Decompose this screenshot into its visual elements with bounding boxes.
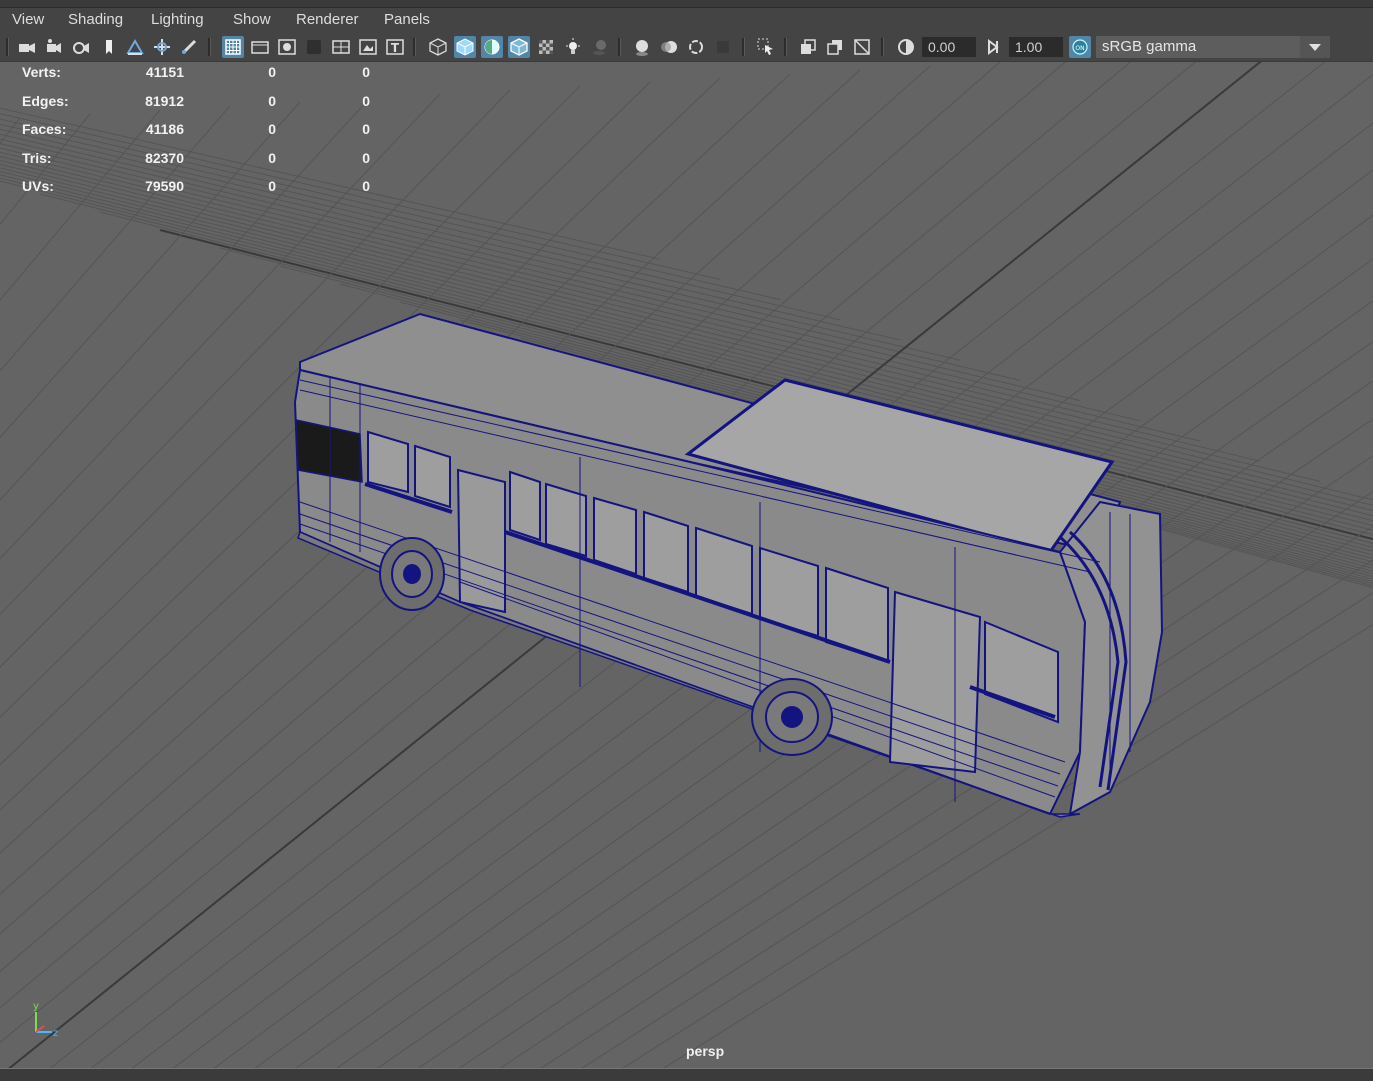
axis-y-label: y: [33, 1001, 39, 1012]
xray-active-icon[interactable]: [824, 36, 846, 58]
color-space-value: sRGB gamma: [1102, 38, 1197, 55]
exposure-icon[interactable]: [895, 36, 917, 58]
svg-text:ON: ON: [1075, 45, 1084, 52]
panel-top-edge: [0, 0, 1373, 8]
panel-bottom-edge: [0, 1068, 1373, 1081]
motion-blur-icon[interactable]: [658, 36, 680, 58]
camera-name-label: persp: [686, 1043, 725, 1059]
resolution-gate-icon[interactable]: [276, 36, 298, 58]
camera-icon[interactable]: [16, 36, 38, 58]
lights-icon[interactable]: [562, 36, 584, 58]
anti-aliasing-icon[interactable]: [685, 36, 707, 58]
xray-icon[interactable]: [797, 36, 819, 58]
bookmark-icon[interactable]: [98, 36, 120, 58]
menu-shading[interactable]: Shading: [68, 11, 123, 28]
grid-line: [0, 93, 441, 560]
gate-mask-icon[interactable]: [303, 36, 325, 58]
menu-panels[interactable]: Panels: [384, 11, 430, 28]
isolate-select-icon[interactable]: [755, 36, 777, 58]
hud-edges-selected: 0: [268, 93, 276, 109]
gamma-icon[interactable]: [982, 36, 1004, 58]
menu-show[interactable]: Show: [233, 11, 271, 28]
hud-uvs-selected: 0: [268, 178, 276, 194]
hud-tris-components: 0: [362, 150, 370, 166]
exposure-field[interactable]: 0.00: [922, 37, 976, 57]
field-chart-icon[interactable]: [330, 36, 352, 58]
toolbar-separator: [618, 38, 621, 56]
toolbar-separator: [208, 38, 211, 56]
hud-tris-total: 82370: [145, 150, 184, 166]
toolbar-separator: [413, 38, 416, 56]
camera-attributes-icon[interactable]: [43, 36, 65, 58]
hud-edges-label: Edges:: [22, 93, 69, 109]
hud-tris-label: Tris:: [22, 150, 52, 166]
wireframe-on-shaded-icon[interactable]: [508, 36, 530, 58]
grid-line: [0, 109, 161, 301]
camera-lock-icon[interactable]: [70, 36, 92, 58]
hud-edges-total: 81912: [145, 93, 184, 109]
hud-edges-components: 0: [362, 93, 370, 109]
wireframe-icon[interactable]: [427, 36, 449, 58]
scene-canvas[interactable]: [0, 62, 1373, 1068]
textured-icon[interactable]: [535, 36, 557, 58]
hud-uvs-label: UVs:: [22, 178, 54, 194]
svg-text:T: T: [391, 41, 400, 55]
image-plane-icon[interactable]: [124, 36, 146, 58]
default-material-icon[interactable]: [481, 36, 503, 58]
hud-tris-selected: 0: [268, 150, 276, 166]
hud-faces-total: 41186: [145, 121, 184, 137]
hud-verts-selected: 0: [268, 64, 276, 80]
hud-faces-components: 0: [362, 121, 370, 137]
menu-renderer[interactable]: Renderer: [296, 11, 359, 28]
poly-count-hud: Verts: 41151 0 0 Edges: 81912 0 0 Faces:…: [0, 62, 400, 202]
toolbar-separator: [881, 38, 884, 56]
smooth-shade-icon[interactable]: [454, 36, 476, 58]
color-management-icon[interactable]: ON: [1069, 36, 1091, 58]
front-wheel: [379, 537, 445, 611]
axis-gizmo: y z: [26, 998, 66, 1042]
toolbar-separator: [742, 38, 745, 56]
safe-action-icon[interactable]: [357, 36, 379, 58]
shadows-icon[interactable]: [589, 36, 611, 58]
menu-view[interactable]: View: [12, 11, 44, 28]
rear-wheel: [751, 678, 833, 756]
toolbar-separator: [784, 38, 787, 56]
door-opening: [456, 468, 506, 614]
pan-zoom-icon[interactable]: [151, 36, 173, 58]
grid-icon[interactable]: [222, 36, 244, 58]
3d-viewport[interactable]: Verts: 41151 0 0 Edges: 81912 0 0 Faces:…: [0, 62, 1373, 1068]
grease-pencil-icon[interactable]: [178, 36, 200, 58]
grid-line: [0, 105, 231, 372]
chevron-down-icon[interactable]: [1300, 36, 1330, 58]
maya-viewport-panel: View Shading Lighting Show Renderer Pane…: [0, 0, 1373, 1081]
depth-of-field-icon[interactable]: [712, 36, 734, 58]
screen-space-ao-icon[interactable]: [631, 36, 653, 58]
hud-faces-label: Faces:: [22, 121, 67, 137]
hud-faces-selected: 0: [268, 121, 276, 137]
hud-uvs-total: 79590: [145, 178, 184, 194]
hud-verts-label: Verts:: [22, 64, 61, 80]
film-gate-icon[interactable]: [249, 36, 271, 58]
grid-line: [0, 97, 371, 501]
hud-uvs-components: 0: [362, 178, 370, 194]
hud-verts-components: 0: [362, 64, 370, 80]
axis-z-label: z: [53, 1028, 58, 1039]
toolbar-separator: [6, 38, 9, 56]
gamma-field[interactable]: 1.00: [1009, 37, 1063, 57]
panel-menu-bar: View Shading Lighting Show Renderer Pane…: [0, 8, 1373, 32]
xray-joints-icon[interactable]: [851, 36, 873, 58]
color-space-dropdown[interactable]: sRGB gamma: [1096, 36, 1330, 58]
safe-title-icon[interactable]: T: [384, 36, 406, 58]
menu-lighting[interactable]: Lighting: [151, 11, 204, 28]
rear-door-opening: [888, 590, 982, 774]
hud-verts-total: 41151: [145, 64, 184, 80]
